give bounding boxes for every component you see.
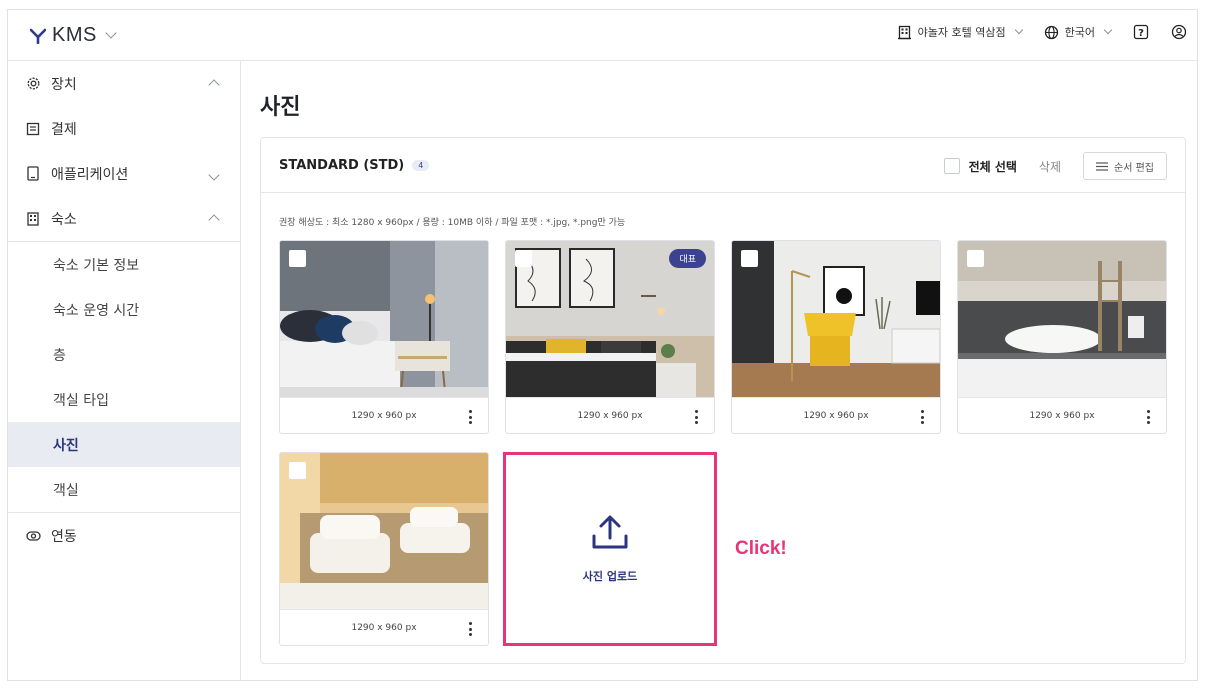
chevron-up-icon	[206, 212, 220, 228]
photo-thumbnail	[958, 241, 1166, 397]
top-bar: KMS 야놀자 호텔 역삼점 한국어 ?	[8, 10, 1197, 61]
help-button[interactable]: ?	[1133, 24, 1149, 40]
language-selector[interactable]: 한국어	[1044, 24, 1113, 40]
chevron-down-icon	[1103, 25, 1113, 35]
room-type-name: STANDARD (STD)	[279, 158, 405, 173]
sidebar-item-accommodation[interactable]: 숙소	[8, 196, 240, 241]
top-bar-actions: 야놀자 호텔 역삼점 한국어 ?	[875, 24, 1187, 40]
photo-footer: 1290 x 960 px	[958, 397, 1166, 433]
kms-logo-icon	[30, 28, 46, 44]
card-header: STANDARD (STD) 4 전체 선택 삭제 순서 편집	[261, 138, 1185, 193]
property-selector[interactable]: 야놀자 호텔 역삼점	[897, 24, 1023, 40]
language-name: 한국어	[1064, 26, 1095, 39]
globe-icon	[1044, 25, 1058, 39]
building-icon	[897, 25, 911, 39]
chevron-down-icon	[1014, 25, 1023, 35]
sidebar-item-devices[interactable]: 장치	[8, 61, 240, 106]
photo-checkbox[interactable]	[289, 462, 306, 479]
photo-tile[interactable]: 대표 1290 x 960 px	[505, 240, 715, 434]
account-button[interactable]	[1171, 24, 1187, 40]
tablet-icon	[25, 166, 41, 182]
menu-lines-icon	[1096, 161, 1109, 171]
sidebar-item-label: 결제	[51, 121, 77, 138]
help-icon: ?	[1133, 24, 1149, 40]
sidebar-item-rooms[interactable]: 객실	[8, 467, 240, 512]
sidebar-item-label: 장치	[51, 76, 77, 93]
photo-thumbnail	[280, 241, 488, 397]
more-options-icon[interactable]	[1146, 410, 1150, 424]
sidebar-item-room-types[interactable]: 객실 타입	[8, 377, 240, 422]
more-options-icon[interactable]	[694, 410, 698, 424]
select-all[interactable]: 전체 선택	[943, 158, 1017, 175]
sidebar-item-payment[interactable]: 결제	[8, 106, 240, 151]
link-toggle-icon	[25, 528, 41, 544]
upload-photo-button[interactable]: 사진 업로드	[503, 452, 717, 646]
gear-icon	[25, 76, 41, 92]
photo-checkbox[interactable]	[515, 250, 532, 267]
photo-size: 1290 x 960 px	[351, 410, 417, 421]
photo-tile[interactable]: 1290 x 960 px	[957, 240, 1167, 434]
more-options-icon[interactable]	[468, 622, 472, 636]
more-options-icon[interactable]	[468, 410, 472, 424]
sidebar-item-label: 연동	[51, 528, 77, 545]
sidebar: 장치 결제 애플리케이션 숙소 숙소 기본 정보 숙소 운영 시간 층 객실 타…	[8, 61, 241, 680]
svg-text:?: ?	[1138, 28, 1144, 39]
click-annotation: Click!	[735, 538, 787, 559]
more-options-icon[interactable]	[920, 410, 924, 424]
photo-footer: 1290 x 960 px	[506, 397, 714, 433]
photo-checkbox[interactable]	[741, 250, 758, 267]
main-content: 사진 STANDARD (STD) 4 전체 선택 삭제 순서 편집 권장 해상…	[242, 61, 1197, 680]
photo-size: 1290 x 960 px	[1029, 410, 1095, 421]
receipt-icon	[25, 121, 41, 137]
sidebar-item-label: 애플리케이션	[51, 166, 129, 183]
room-type-photo-card: STANDARD (STD) 4 전체 선택 삭제 순서 편집 권장 해상도 :…	[260, 137, 1186, 664]
delete-button[interactable]: 삭제	[1039, 158, 1061, 175]
sidebar-item-property-info[interactable]: 숙소 기본 정보	[8, 242, 240, 287]
photo-checkbox[interactable]	[967, 250, 984, 267]
sidebar-item-integration[interactable]: 연동	[8, 513, 240, 558]
upload-icon	[592, 515, 628, 549]
room-type-title: STANDARD (STD) 4	[279, 158, 430, 173]
chevron-down-icon	[206, 167, 220, 183]
photo-size: 1290 x 960 px	[803, 410, 869, 421]
sidebar-item-floors[interactable]: 층	[8, 332, 240, 377]
sidebar-item-operating-hours[interactable]: 숙소 운영 시간	[8, 287, 240, 332]
photo-size: 1290 x 960 px	[351, 622, 417, 633]
reorder-button[interactable]: 순서 편집	[1083, 152, 1167, 180]
photo-footer: 1290 x 960 px	[280, 397, 488, 433]
app-name: KMS	[52, 24, 97, 46]
photo-tile[interactable]: 1290 x 960 px	[731, 240, 941, 434]
photo-thumbnail	[280, 453, 488, 609]
photo-footer: 1290 x 960 px	[280, 609, 488, 645]
photo-footer: 1290 x 960 px	[732, 397, 940, 433]
photo-tile[interactable]: 1290 x 960 px	[279, 452, 489, 646]
upload-requirements: 권장 해상도 : 최소 1280 x 960px / 용량 : 10MB 이하 …	[279, 218, 626, 228]
building-icon	[25, 211, 41, 227]
select-all-label: 전체 선택	[968, 159, 1017, 174]
app-switcher[interactable]: KMS	[30, 24, 117, 47]
app-window: KMS 야놀자 호텔 역삼점 한국어 ? 장치 결제 애플리케이션 숙소 숙소 …	[7, 9, 1198, 681]
sidebar-item-photos[interactable]: 사진	[8, 422, 240, 467]
representative-badge: 대표	[669, 249, 706, 268]
upload-label: 사진 업로드	[582, 570, 638, 583]
select-all-checkbox[interactable]	[943, 158, 960, 174]
photo-checkbox[interactable]	[289, 250, 306, 267]
photo-count-badge: 4	[412, 160, 430, 171]
reorder-label: 순서 편집	[1114, 162, 1154, 174]
card-actions: 전체 선택 삭제 순서 편집	[943, 152, 1167, 180]
property-name: 야놀자 호텔 역삼점	[917, 26, 1006, 39]
photo-size: 1290 x 960 px	[577, 410, 643, 421]
page-title: 사진	[260, 95, 301, 120]
sidebar-item-label: 숙소	[51, 211, 77, 228]
photo-thumbnail	[732, 241, 940, 397]
user-icon	[1171, 24, 1187, 40]
chevron-up-icon	[206, 77, 220, 93]
chevron-down-icon	[105, 27, 117, 39]
photo-tile[interactable]: 1290 x 960 px	[279, 240, 489, 434]
sidebar-item-applications[interactable]: 애플리케이션	[8, 151, 240, 196]
accommodation-submenu: 숙소 기본 정보 숙소 운영 시간 층 객실 타입 사진 객실	[8, 241, 240, 513]
